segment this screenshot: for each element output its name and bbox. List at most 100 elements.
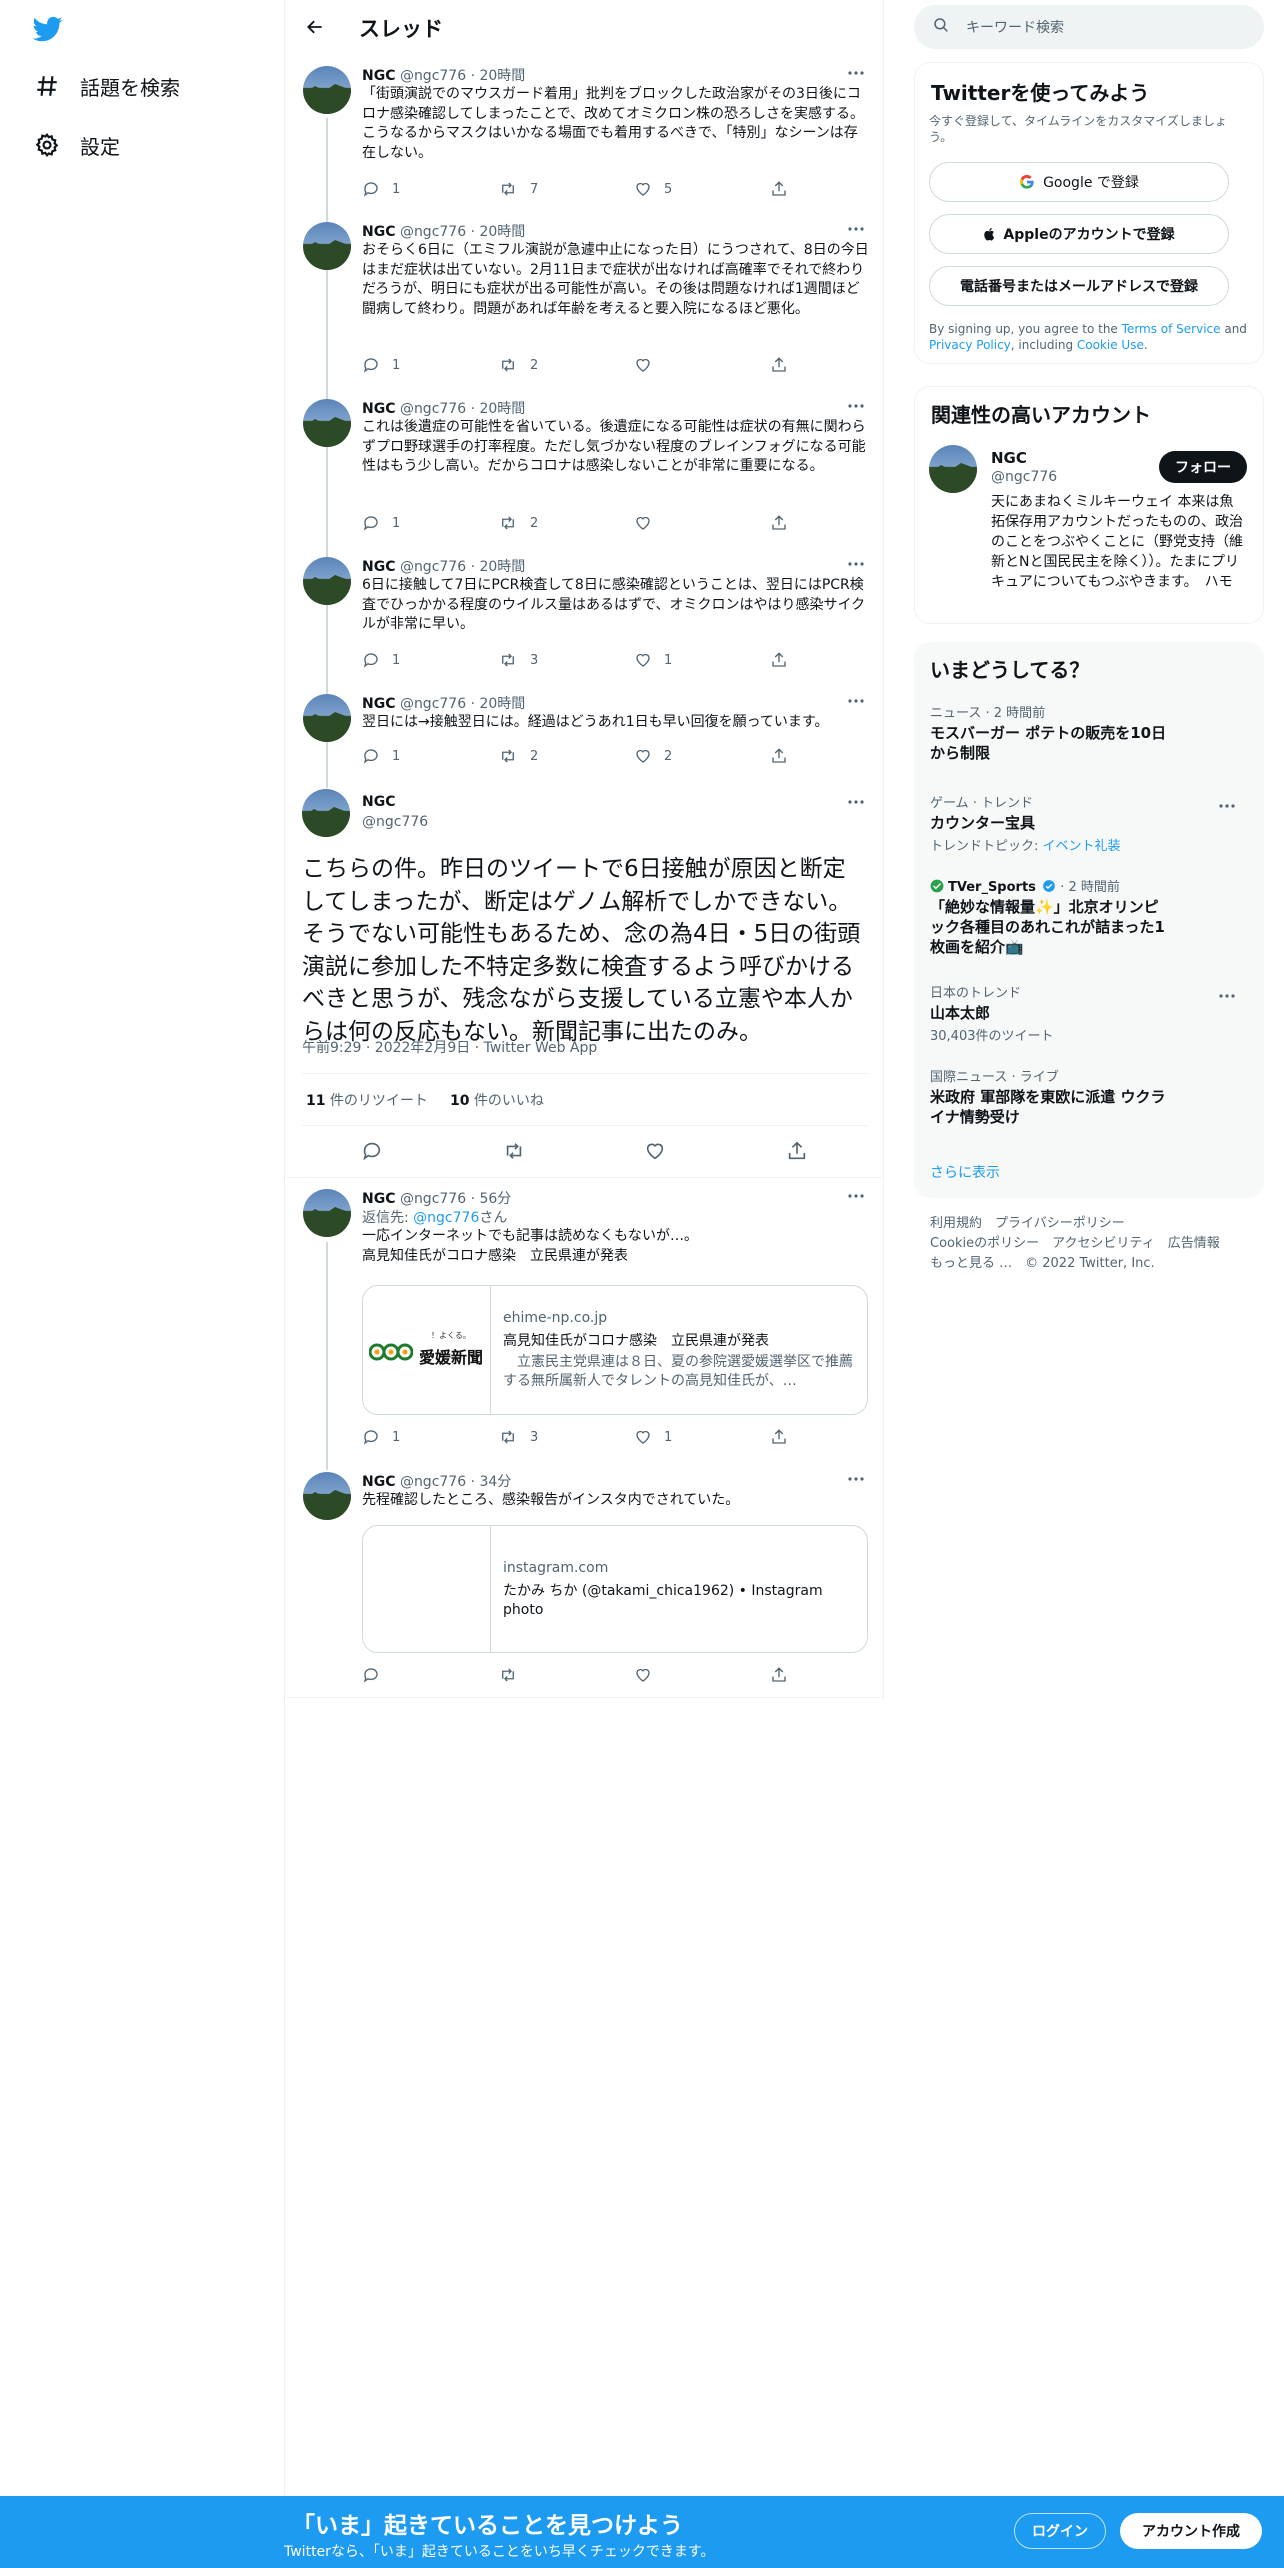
like-button[interactable]: 1	[634, 1428, 672, 1446]
author-name[interactable]: NGC	[362, 224, 395, 240]
link-card[interactable]: instagram.com たかみ ちか (@takami_chica1962)…	[362, 1525, 868, 1653]
author-name[interactable]: NGC	[362, 559, 395, 575]
avatar[interactable]	[303, 1189, 351, 1237]
like-button[interactable]	[634, 514, 664, 532]
retweet-button[interactable]: 3	[498, 1428, 538, 1446]
cookie-link[interactable]: Cookie Use	[1077, 338, 1144, 352]
tweet-timestamp[interactable]: 午前9:29 · 2022年2月9日 · Twitter Web App	[302, 1037, 597, 1057]
like-button[interactable]: 2	[634, 747, 672, 765]
trend-item[interactable]: 日本のトレンド 山本太郎 30,403件のツイート	[930, 982, 1248, 1044]
reply-button[interactable]	[361, 1140, 395, 1162]
like-button[interactable]	[644, 1140, 678, 1162]
retweet-button[interactable]: 2	[498, 747, 538, 765]
retweet-button[interactable]: 3	[498, 651, 538, 669]
like-stats[interactable]: 10 件のいいね	[450, 1090, 544, 1110]
author-name[interactable]: NGC	[362, 401, 395, 417]
retweet-button[interactable]: 2	[498, 356, 538, 374]
show-more-link[interactable]: さらに表示	[930, 1162, 1000, 1182]
more-icon[interactable]	[844, 399, 868, 413]
login-button[interactable]: ログイン	[1014, 2513, 1106, 2549]
reply-button[interactable]: 1	[362, 651, 400, 669]
more-icon[interactable]	[844, 1189, 868, 1203]
trend-item[interactable]: 国際ニュース · ライブ 米政府 軍部隊を東欧に派遣 ウクライナ情勢受け	[930, 1066, 1248, 1127]
author-handle[interactable]: @ngc776	[400, 68, 466, 84]
trend-topic-link[interactable]: イベント礼装	[1043, 839, 1121, 854]
trend-item[interactable]: ニュース · 2 時間前 モスバーガー ポテトの販売を10日から制限	[930, 702, 1248, 763]
reply-to-handle[interactable]: @ngc776	[413, 1210, 479, 1226]
author-name[interactable]: NGC	[362, 1191, 395, 1207]
back-arrow-icon[interactable]	[300, 12, 330, 42]
more-icon[interactable]	[844, 694, 868, 708]
share-button[interactable]	[770, 1666, 800, 1684]
nav-explore[interactable]: 話題を検索	[32, 69, 180, 103]
follow-button[interactable]: フォロー	[1159, 451, 1247, 483]
search-input[interactable]: キーワード検索	[966, 17, 1064, 37]
share-button[interactable]	[786, 1140, 820, 1162]
more-icon[interactable]	[1218, 794, 1236, 812]
avatar[interactable]	[303, 557, 351, 605]
more-icon[interactable]	[844, 66, 868, 80]
author-name[interactable]: NGC	[362, 1474, 395, 1490]
phone-email-signup-button[interactable]: 電話番号またはメールアドレスで登録	[929, 266, 1229, 306]
create-account-button[interactable]: アカウント作成	[1120, 2513, 1262, 2549]
tweet-time[interactable]: 20時間	[479, 559, 525, 575]
search-box[interactable]: キーワード検索	[914, 5, 1264, 49]
nav-settings[interactable]: 設定	[32, 128, 120, 162]
link-card[interactable]: ！よくる。 愛媛新聞 ehime-np.co.jp 高見知佳氏がコロナ感染 立民…	[362, 1285, 868, 1415]
retweet-button[interactable]: 7	[498, 180, 538, 198]
share-button[interactable]	[770, 747, 800, 765]
avatar[interactable]	[303, 694, 351, 742]
avatar[interactable]	[929, 445, 977, 493]
reply-button[interactable]: 1	[362, 514, 400, 532]
author-name[interactable]: NGC	[362, 68, 395, 84]
retweet-stats[interactable]: 11 件のリツイート	[306, 1090, 428, 1110]
privacy-link[interactable]: Privacy Policy	[929, 338, 1011, 352]
share-button[interactable]	[770, 1428, 800, 1446]
author-handle[interactable]: @ngc776	[400, 224, 466, 240]
tweet-time[interactable]: 20時間	[479, 401, 525, 417]
share-button[interactable]	[770, 514, 800, 532]
avatar[interactable]	[303, 66, 351, 114]
footer-line[interactable]: 利用規約 プライバシーポリシー	[930, 1214, 1260, 1234]
more-icon[interactable]	[844, 795, 868, 809]
apple-signup-button[interactable]: Appleのアカウントで登録	[929, 214, 1229, 254]
author-handle[interactable]: @ngc776	[400, 559, 466, 575]
avatar[interactable]	[303, 399, 351, 447]
related-name[interactable]: NGC	[991, 449, 1027, 467]
author-handle[interactable]: @ngc776	[400, 1191, 466, 1207]
tweet-time[interactable]: 56分	[479, 1191, 511, 1207]
avatar[interactable]	[302, 789, 350, 837]
like-button[interactable]	[634, 356, 664, 374]
like-button[interactable]: 5	[634, 180, 672, 198]
like-button[interactable]	[634, 1666, 664, 1684]
footer-line[interactable]: もっと見る … © 2022 Twitter, Inc.	[930, 1254, 1260, 1274]
twitter-logo-icon[interactable]	[31, 14, 65, 44]
author-handle[interactable]: @ngc776	[400, 696, 466, 712]
focused-author-handle[interactable]: @ngc776	[362, 814, 428, 830]
share-button[interactable]	[770, 356, 800, 374]
share-button[interactable]	[770, 180, 800, 198]
google-signup-button[interactable]: Google で登録	[929, 162, 1229, 202]
share-button[interactable]	[770, 651, 800, 669]
tweet-time[interactable]: 20時間	[479, 224, 525, 240]
reply-button[interactable]	[362, 1666, 392, 1684]
retweet-button[interactable]: 2	[498, 514, 538, 532]
more-icon[interactable]	[1218, 984, 1236, 1002]
terms-link[interactable]: Terms of Service	[1122, 322, 1221, 336]
avatar[interactable]	[303, 1472, 351, 1520]
author-handle[interactable]: @ngc776	[400, 401, 466, 417]
reply-button[interactable]: 1	[362, 180, 400, 198]
more-icon[interactable]	[844, 557, 868, 571]
reply-button[interactable]: 1	[362, 356, 400, 374]
avatar[interactable]	[303, 222, 351, 270]
author-handle[interactable]: @ngc776	[400, 1474, 466, 1490]
footer-line[interactable]: Cookieのポリシー アクセシビリティ 広告情報	[930, 1234, 1260, 1254]
reply-button[interactable]: 1	[362, 1428, 400, 1446]
tweet-time[interactable]: 20時間	[479, 68, 525, 84]
author-name[interactable]: NGC	[362, 696, 395, 712]
reply-button[interactable]: 1	[362, 747, 400, 765]
trend-item[interactable]: TVer_Sports · 2 時間前 「絶妙な情報量✨」北京オリンピック各種目…	[930, 876, 1248, 957]
trend-item[interactable]: ゲーム · トレンド カウンター宝具 トレンドトピック: イベント礼装	[930, 792, 1248, 854]
more-icon[interactable]	[844, 1472, 868, 1486]
more-icon[interactable]	[844, 222, 868, 236]
